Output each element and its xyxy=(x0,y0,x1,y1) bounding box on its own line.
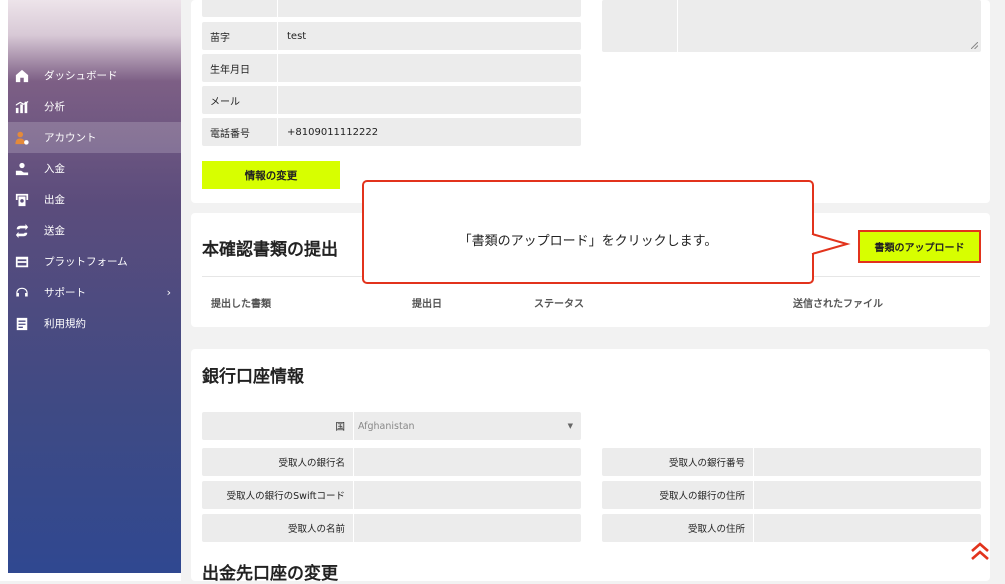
field-label: 受取人の銀行のSwiftコード xyxy=(226,491,345,502)
recipient-address-field[interactable]: 受取人の住所 xyxy=(602,514,981,542)
deposit-icon xyxy=(14,161,30,177)
bank-address-field[interactable]: 受取人の銀行の住所 xyxy=(602,481,981,509)
profile-textarea[interactable] xyxy=(602,0,981,52)
sidebar-item-analytics[interactable]: 分析 xyxy=(8,91,181,122)
resize-handle-icon xyxy=(971,42,978,49)
change-info-button[interactable]: 情報の変更 xyxy=(202,161,340,189)
sidebar-item-label: サポート xyxy=(44,287,86,299)
sidebar-item-label: 出金 xyxy=(44,194,65,206)
home-icon xyxy=(14,68,30,84)
sidebar-item-withdraw[interactable]: 出金 xyxy=(8,184,181,215)
upload-documents-button[interactable]: 書類のアップロード xyxy=(858,230,981,263)
profile-field-top xyxy=(202,0,581,17)
column-header-sent-files: 送信されたファイル xyxy=(793,299,883,310)
sidebar-item-label: 利用規約 xyxy=(44,318,86,330)
terms-icon xyxy=(14,316,30,332)
instruction-callout: 「書類のアップロード」をクリックします。 xyxy=(362,180,814,284)
profile-field-email: メール xyxy=(202,86,581,114)
country-select[interactable]: 国 Afghanistan ▼ xyxy=(202,412,581,440)
sidebar-item-transfer[interactable]: 送金 xyxy=(8,215,181,246)
column-header-status: ステータス xyxy=(534,299,584,310)
sidebar: ダッシュボード 分析 アカウント 入金 出金 送金 プラットフォーム サポート … xyxy=(0,0,181,581)
scroll-to-top-icon[interactable] xyxy=(968,540,992,564)
bank-title: 銀行口座情報 xyxy=(202,367,304,387)
sidebar-item-dashboard[interactable]: ダッシュボード xyxy=(8,60,181,91)
window-edge xyxy=(0,0,8,581)
sidebar-item-label: アカウント xyxy=(44,132,97,144)
profile-field-birthdate: 生年月日 xyxy=(202,54,581,82)
field-label: 電話番号 xyxy=(210,128,250,140)
chevron-right-icon: › xyxy=(166,286,171,299)
sidebar-item-label: プラットフォーム xyxy=(44,256,128,268)
recipient-name-field[interactable]: 受取人の名前 xyxy=(202,514,581,542)
profile-field-phone: 電話番号 +8109011112222 xyxy=(202,118,581,146)
sidebar-item-label: 分析 xyxy=(44,101,65,113)
caret-down-icon: ▼ xyxy=(567,422,573,430)
window-edge xyxy=(0,573,181,581)
bank-number-field[interactable]: 受取人の銀行番号 xyxy=(602,448,981,476)
withdraw-account-title: 出金先口座の変更 xyxy=(202,564,338,584)
country-value: Afghanistan xyxy=(358,420,415,432)
bank-name-field[interactable]: 受取人の銀行名 xyxy=(202,448,581,476)
callout-text: 「書類のアップロード」をクリックします。 xyxy=(458,234,718,249)
sidebar-item-support[interactable]: サポート › xyxy=(8,277,181,308)
sidebar-nav: ダッシュボード 分析 アカウント 入金 出金 送金 プラットフォーム サポート … xyxy=(8,60,181,339)
field-label: 受取人の銀行番号 xyxy=(668,458,745,469)
bank-swift-field[interactable]: 受取人の銀行のSwiftコード xyxy=(202,481,581,509)
field-label: 受取人の名前 xyxy=(287,524,345,535)
analytics-icon xyxy=(14,99,30,115)
field-label: 生年月日 xyxy=(210,64,250,76)
column-header-submit-date: 提出日 xyxy=(412,299,442,310)
phone-value: +8109011112222 xyxy=(287,126,379,138)
platform-icon xyxy=(14,254,30,270)
sidebar-item-label: 入金 xyxy=(44,163,65,175)
sidebar-item-account[interactable]: アカウント xyxy=(8,122,181,153)
sidebar-item-terms[interactable]: 利用規約 xyxy=(8,308,181,339)
sidebar-item-deposit[interactable]: 入金 xyxy=(8,153,181,184)
account-icon xyxy=(14,130,30,146)
support-icon xyxy=(14,285,30,301)
sidebar-item-platform[interactable]: プラットフォーム xyxy=(8,246,181,277)
documents-title: 本確認書類の提出 xyxy=(202,240,338,260)
sidebar-item-label: 送金 xyxy=(44,225,65,237)
callout-pointer xyxy=(811,233,851,255)
field-label: 受取人の銀行の住所 xyxy=(659,491,745,502)
country-label: 国 xyxy=(335,422,345,433)
column-header-submitted-docs: 提出した書類 xyxy=(211,299,271,310)
profile-field-lastname: 苗字 test xyxy=(202,22,581,50)
withdraw-icon xyxy=(14,192,30,208)
field-label: 受取人の住所 xyxy=(687,524,745,535)
transfer-icon xyxy=(14,223,30,239)
sidebar-item-label: ダッシュボード xyxy=(44,70,118,82)
lastname-value: test xyxy=(287,30,307,42)
field-label: 受取人の銀行名 xyxy=(278,458,345,469)
field-label: 苗字 xyxy=(210,32,230,44)
field-label: メール xyxy=(210,96,240,108)
